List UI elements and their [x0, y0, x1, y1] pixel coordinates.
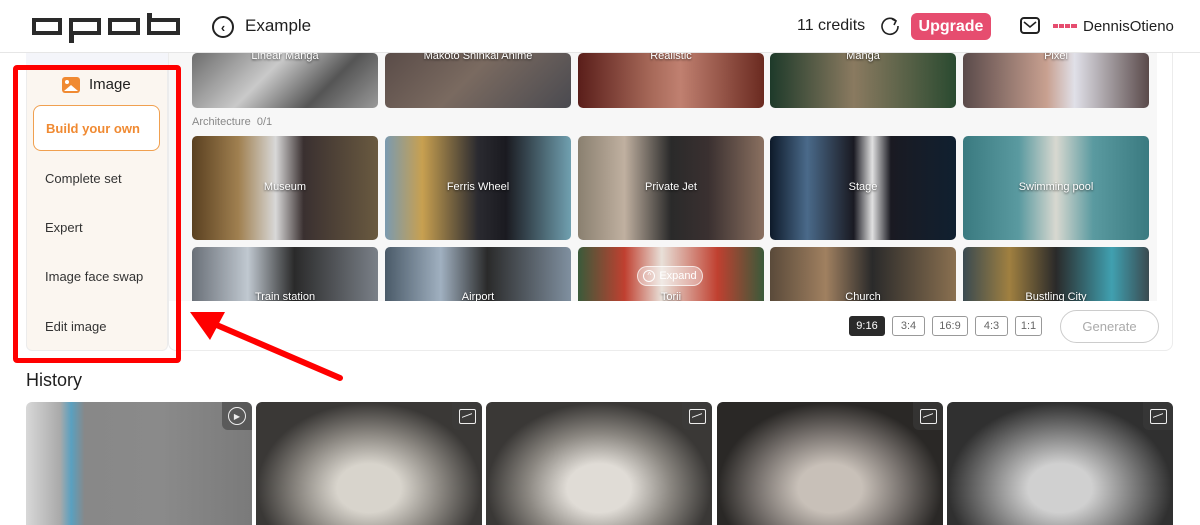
history-item[interactable] — [717, 402, 943, 525]
history-item[interactable] — [486, 402, 712, 525]
credits-count: 11 credits — [797, 17, 866, 34]
sidebar-item-label: Image face swap — [45, 268, 144, 284]
ratio-1-1[interactable]: 1:1 — [1015, 316, 1042, 336]
top-header: ‹ Example 11 credits Upgrade DennisOtien… — [0, 0, 1200, 53]
ratio-3-4[interactable]: 3:4 — [892, 316, 925, 336]
image-icon — [458, 408, 476, 424]
style-card-pixel[interactable]: Pixel — [963, 53, 1149, 108]
sidebar-item-label: Build your own — [46, 120, 140, 136]
sidebar-item-label: Edit image — [45, 318, 107, 334]
user-apob-logo — [1053, 24, 1077, 28]
apob-logo[interactable] — [32, 13, 180, 43]
username[interactable]: DennisOtieno — [1083, 18, 1174, 35]
architecture-card-bustling-city[interactable]: Bustling City — [963, 247, 1149, 301]
card-label: Manga — [846, 53, 880, 62]
style-card-makoto-shinkai-anime[interactable]: Makoto Shinkai Anime — [385, 53, 571, 108]
image-badge — [913, 402, 943, 430]
style-card-linear-manga[interactable]: Linear Manga — [192, 53, 378, 108]
card-label: Realistic — [650, 53, 692, 62]
card-label: Linear Manga — [251, 53, 319, 62]
architecture-card-museum[interactable]: Museum — [192, 136, 378, 240]
card-label: Swimming pool — [1018, 181, 1094, 193]
sidebar-item-complete-set[interactable]: Complete set — [33, 155, 160, 201]
image-badge — [452, 402, 482, 430]
architecture-card-airport[interactable]: Airport — [385, 247, 571, 301]
architecture-card-ferris-wheel[interactable]: Ferris Wheel — [385, 136, 571, 240]
card-label: Airport — [461, 291, 495, 301]
card-label: Makoto Shinkai Anime — [423, 53, 533, 62]
ratio-16-9[interactable]: 16:9 — [932, 316, 968, 336]
image-icon — [919, 408, 937, 424]
architecture-card-swimming-pool[interactable]: Swimming pool — [963, 136, 1149, 240]
ratio-9-16[interactable]: 9:16 — [849, 316, 885, 336]
image-badge — [1143, 402, 1173, 430]
sidebar-item-image-face-swap[interactable]: Image face swap — [33, 253, 160, 299]
sidebar-item-label: Complete set — [45, 170, 122, 186]
chevron-left-icon: ‹ — [220, 19, 226, 35]
architecture-card-private-jet[interactable]: Private Jet — [578, 136, 764, 240]
upgrade-button[interactable]: Upgrade — [911, 13, 991, 40]
card-label: Stage — [848, 181, 878, 193]
expand-label: Expand — [659, 270, 697, 282]
back-button[interactable]: ‹ — [212, 16, 234, 38]
card-label: Torii — [660, 291, 682, 301]
sidebar-item-edit-image[interactable]: Edit image — [33, 303, 160, 349]
sidebar-item-expert[interactable]: Expert — [33, 204, 160, 250]
card-label: Private Jet — [645, 181, 697, 193]
style-card-realistic[interactable]: Realistic — [578, 53, 764, 108]
history-item[interactable]: ▶ — [26, 402, 252, 525]
chevron-up-icon: ^ — [643, 270, 656, 282]
card-label: Pixel — [1044, 53, 1068, 62]
card-label: Bustling City — [1025, 291, 1087, 301]
history-item[interactable] — [256, 402, 482, 525]
page-title: Example — [245, 16, 312, 35]
image-badge — [682, 402, 712, 430]
expand-button[interactable]: ^ Expand — [637, 266, 703, 286]
sidebar-item-build-your-own[interactable]: Build your own — [33, 105, 160, 151]
refresh-icon[interactable] — [879, 15, 901, 37]
image-icon — [688, 408, 706, 424]
architecture-card-train-station[interactable]: Train station — [192, 247, 378, 301]
architecture-card-church[interactable]: Church — [770, 247, 956, 301]
ratio-4-3[interactable]: 4:3 — [975, 316, 1008, 336]
style-card-manga[interactable]: Manga — [770, 53, 956, 108]
image-icon — [62, 76, 80, 93]
video-badge: ▶ — [222, 402, 252, 430]
mail-icon[interactable] — [1020, 17, 1040, 34]
card-label: Train station — [254, 291, 316, 301]
sidebar-section-header: Image — [62, 76, 131, 93]
architecture-section-label: Architecture 0/1 — [192, 116, 273, 128]
play-icon: ▶ — [228, 407, 246, 425]
card-label: Museum — [263, 181, 307, 193]
sidebar-item-label: Expert — [45, 219, 83, 235]
card-label: Church — [845, 291, 881, 301]
card-label: Ferris Wheel — [446, 181, 510, 193]
sidebar-section-title: Image — [89, 76, 131, 93]
image-icon — [1149, 408, 1167, 424]
history-title: History — [26, 370, 83, 390]
generate-button[interactable]: Generate — [1060, 310, 1159, 343]
history-item[interactable] — [947, 402, 1173, 525]
sidebar-top-strip — [26, 53, 168, 67]
architecture-card-stage[interactable]: Stage — [770, 136, 956, 240]
